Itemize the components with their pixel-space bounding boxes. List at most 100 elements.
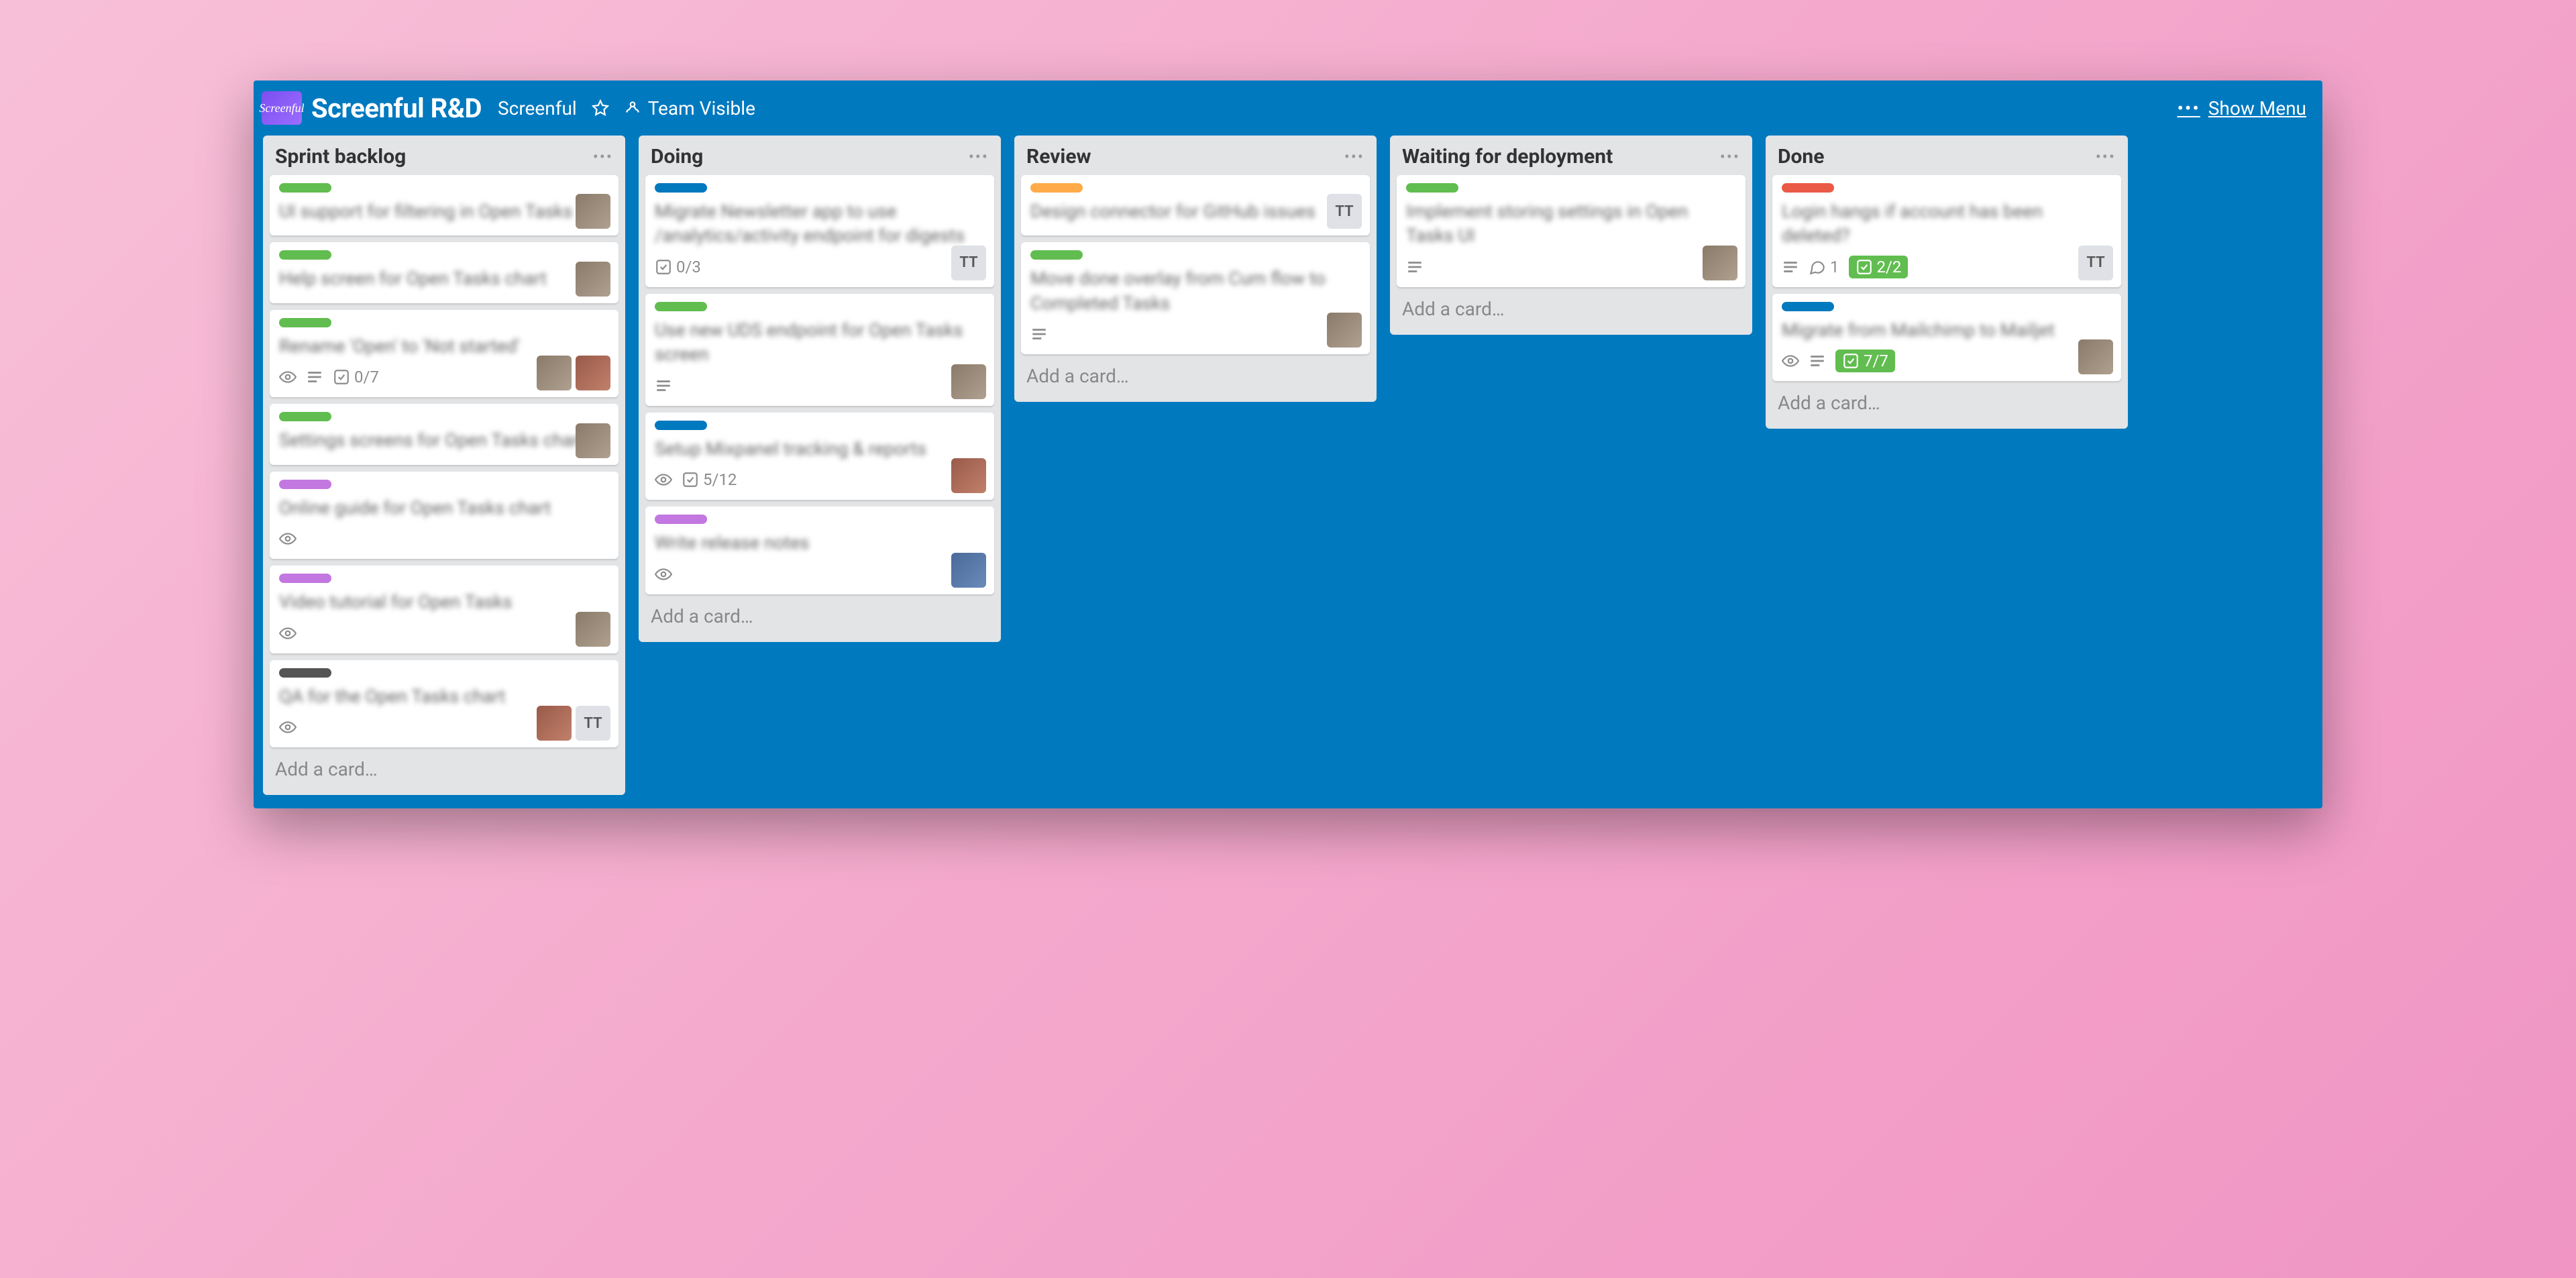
member-avatar[interactable] [576, 423, 610, 458]
member-avatar[interactable] [1327, 313, 1362, 348]
list-title[interactable]: Review [1026, 145, 1091, 168]
star-icon [592, 99, 609, 117]
board-canvas[interactable]: Sprint backlog ••• UI support for filterin… [254, 136, 2322, 795]
card-list: Migrate Newsletter app to use /analytics… [639, 175, 1001, 594]
list-menu-button[interactable]: ••• [593, 148, 613, 166]
card-label[interactable] [655, 421, 707, 430]
list-title[interactable]: Done [1778, 145, 1824, 168]
watch-icon [655, 566, 672, 583]
org-chip[interactable]: Screenful [498, 97, 577, 119]
add-card-button[interactable]: Add a card… [263, 747, 625, 792]
card-label[interactable] [279, 250, 331, 260]
card-label[interactable] [1406, 183, 1458, 193]
member-avatar[interactable] [576, 194, 610, 229]
card-title: Online guide for Open Tasks chart [279, 496, 609, 520]
card-members: TT [537, 706, 610, 741]
add-card-button[interactable]: Add a card… [639, 594, 1001, 639]
card[interactable]: Move done overlay from Cum flow to Compl… [1021, 242, 1370, 354]
card-members [1703, 246, 1737, 280]
card-label[interactable] [279, 480, 331, 489]
member-avatar[interactable] [951, 458, 986, 493]
card[interactable]: QA for the Open Tasks chartTT [270, 660, 619, 747]
show-menu-button[interactable]: ••• Show Menu [2177, 97, 2306, 119]
card-list: Implement storing settings in Open Tasks… [1390, 175, 1752, 287]
member-avatar[interactable]: TT [2078, 246, 2113, 280]
card-title: Rename 'Open' to 'Not started' [279, 334, 609, 358]
card[interactable]: Design connector for GitHub issuesTT [1021, 175, 1370, 235]
card[interactable]: Help screen for Open Tasks chart [270, 242, 619, 303]
card-label[interactable] [655, 302, 707, 311]
watch-icon [1782, 352, 1799, 370]
card-members [2078, 339, 2113, 374]
card-label[interactable] [279, 318, 331, 327]
member-avatar[interactable]: TT [951, 246, 986, 280]
member-avatar[interactable] [576, 262, 610, 297]
member-avatar[interactable] [576, 612, 610, 647]
description-icon [1030, 325, 1048, 343]
card[interactable]: Migrate Newsletter app to use /analytics… [645, 175, 994, 287]
star-button[interactable] [592, 99, 609, 117]
card-title: Design connector for GitHub issues [1030, 199, 1360, 223]
member-avatar[interactable] [2078, 339, 2113, 374]
card[interactable]: Video tutorial for Open Tasks [270, 566, 619, 653]
board-window: Screenful Screenful R&D Screenful Team V… [254, 81, 2322, 808]
comments-badge: 1 [1809, 258, 1839, 276]
card[interactable]: Implement storing settings in Open Tasks… [1397, 175, 1746, 287]
card-badges: 12/2 [1782, 254, 2112, 280]
card-label[interactable] [1782, 302, 1834, 311]
card-label[interactable] [655, 515, 707, 524]
card[interactable]: Use new UDS endpoint for Open Tasks scre… [645, 294, 994, 406]
brand-tile[interactable]: Screenful [262, 91, 302, 125]
member-avatar[interactable]: TT [576, 706, 610, 741]
card[interactable]: Write release notes [645, 507, 994, 594]
watch-icon [279, 530, 297, 547]
card[interactable]: Setup Mixpanel tracking & reports5/12 [645, 413, 994, 500]
card-badges: 7/7 [1782, 348, 2112, 374]
card-members [1327, 313, 1362, 348]
card-label[interactable] [1030, 250, 1083, 260]
show-menu-label: Show Menu [2208, 97, 2306, 119]
list-title[interactable]: Doing [651, 145, 703, 168]
list-title[interactable]: Sprint backlog [275, 145, 406, 168]
add-card-button[interactable]: Add a card… [1014, 354, 1377, 399]
card[interactable]: Login hangs if account has been deleted?… [1772, 175, 2121, 287]
card-members: TT [2078, 246, 2113, 280]
list-menu-button[interactable]: ••• [1720, 148, 1740, 166]
member-avatar[interactable] [537, 356, 572, 390]
card-badges [1030, 321, 1360, 348]
card-list: Login hangs if account has been deleted?… [1766, 175, 2128, 381]
member-avatar[interactable] [951, 364, 986, 399]
card[interactable]: Online guide for Open Tasks chart [270, 472, 619, 559]
card[interactable]: UI support for filtering in Open Tasks [270, 175, 619, 235]
checklist-badge: 0/3 [655, 258, 701, 276]
card-label[interactable] [279, 412, 331, 421]
card-label[interactable] [279, 574, 331, 583]
list-menu-button[interactable]: ••• [1344, 148, 1364, 166]
list-menu-button[interactable]: ••• [2096, 148, 2116, 166]
card[interactable]: Migrate from Mailchimp to Mailjet7/7 [1772, 294, 2121, 381]
visibility-chip[interactable]: Team Visible [624, 97, 755, 119]
card-label[interactable] [1030, 183, 1083, 193]
member-avatar[interactable] [537, 706, 572, 741]
list-menu-button[interactable]: ••• [969, 148, 989, 166]
list-header: Waiting for deployment ••• [1390, 136, 1752, 175]
card-label[interactable] [279, 668, 331, 678]
list: Doing ••• Migrate Newsletter app to use /a… [639, 136, 1001, 642]
member-avatar[interactable] [951, 553, 986, 588]
card-title: Setup Mixpanel tracking & reports [655, 437, 985, 461]
card-badges [655, 372, 985, 399]
card[interactable]: Rename 'Open' to 'Not started'0/7 [270, 310, 619, 397]
card-label[interactable] [1782, 183, 1834, 193]
list-header: Review ••• [1014, 136, 1377, 175]
member-avatar[interactable] [576, 356, 610, 390]
list: Review ••• Design connector for GitHub iss… [1014, 136, 1377, 402]
card-label[interactable] [279, 183, 331, 193]
card-label[interactable] [655, 183, 707, 193]
member-avatar[interactable]: TT [1327, 194, 1362, 229]
list-title[interactable]: Waiting for deployment [1402, 145, 1613, 168]
member-avatar[interactable] [1703, 246, 1737, 280]
add-card-button[interactable]: Add a card… [1390, 287, 1752, 332]
add-card-button[interactable]: Add a card… [1766, 381, 2128, 426]
card[interactable]: Settings screens for Open Tasks chart [270, 404, 619, 464]
board-title[interactable]: Screenful R&D [311, 93, 482, 124]
